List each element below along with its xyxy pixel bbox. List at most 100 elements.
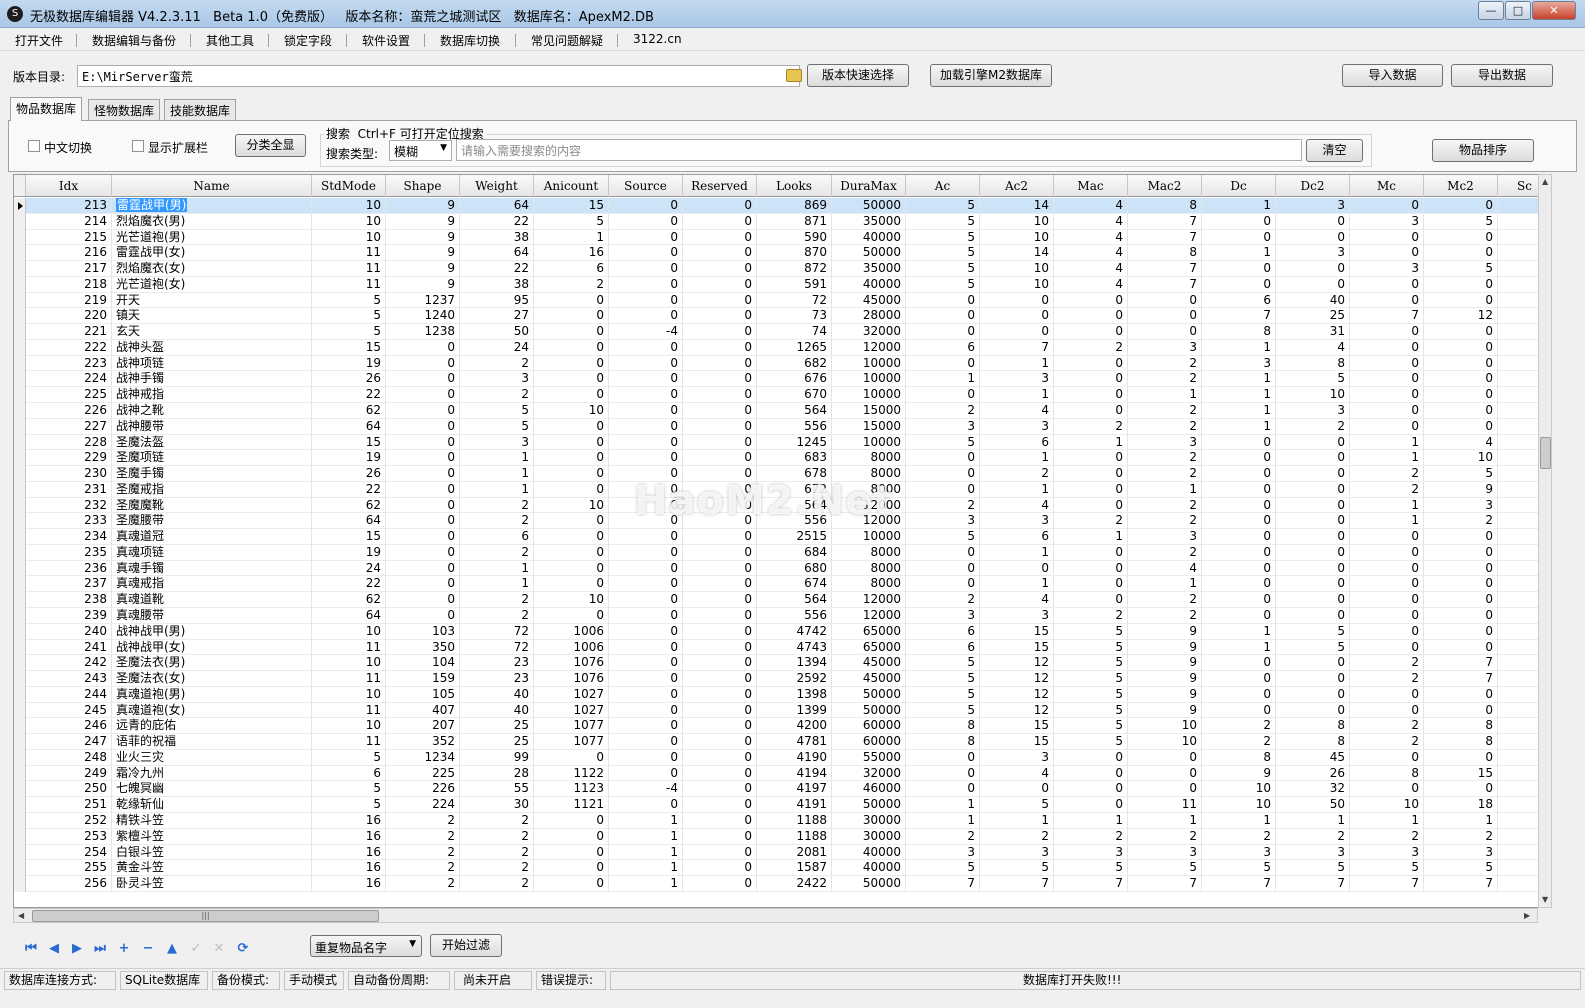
- cell-stdmode[interactable]: 5: [312, 292, 386, 309]
- cell-ac2[interactable]: 12: [980, 671, 1054, 687]
- cell-looks[interactable]: 871: [757, 213, 832, 230]
- cell-idx[interactable]: 243: [26, 671, 112, 687]
- cell-mc2[interactable]: 0: [1424, 544, 1498, 561]
- cell-mc2[interactable]: 5: [1424, 213, 1498, 230]
- cell-reserved[interactable]: 0: [683, 198, 757, 214]
- cell-ac[interactable]: 5: [906, 655, 980, 672]
- cell-reserved[interactable]: 0: [683, 497, 757, 514]
- cell-dc2[interactable]: 0: [1276, 513, 1350, 530]
- cell-source[interactable]: -4: [609, 781, 683, 798]
- cell-idx[interactable]: 224: [26, 371, 112, 388]
- cell-dc[interactable]: 5: [1202, 860, 1276, 877]
- cell-mac2[interactable]: 7: [1128, 229, 1202, 246]
- column-header-ac2[interactable]: Ac2: [980, 175, 1054, 197]
- row-indicator[interactable]: [14, 481, 26, 498]
- column-header-duramax[interactable]: DuraMax: [832, 175, 906, 197]
- cell-name[interactable]: 真魂戒指: [112, 576, 312, 593]
- cell-stdmode[interactable]: 11: [312, 671, 386, 687]
- cell-reserved[interactable]: 0: [683, 544, 757, 561]
- cell-dc[interactable]: 1: [1202, 813, 1276, 829]
- cell-looks[interactable]: 4742: [757, 623, 832, 640]
- cell-dc2[interactable]: 4: [1276, 339, 1350, 356]
- cell-mac[interactable]: 0: [1054, 560, 1128, 577]
- cell-mc[interactable]: 0: [1350, 198, 1424, 214]
- cell-anicount[interactable]: 5: [534, 213, 609, 230]
- row-indicator[interactable]: [14, 324, 26, 340]
- cell-mc2[interactable]: 10: [1424, 450, 1498, 467]
- last-icon[interactable]: ⏭: [91, 941, 109, 957]
- cell-ac[interactable]: 6: [906, 623, 980, 640]
- cell-ac[interactable]: 0: [906, 576, 980, 593]
- cell-reserved[interactable]: 0: [683, 466, 757, 482]
- cell-mac[interactable]: 4: [1054, 276, 1128, 293]
- cell-idx[interactable]: 254: [26, 844, 112, 861]
- cell-looks[interactable]: 2081: [757, 844, 832, 861]
- cell-weight[interactable]: 50: [460, 324, 534, 340]
- cell-mac2[interactable]: 2: [1128, 513, 1202, 530]
- cell-name[interactable]: 乾缘斩仙: [112, 797, 312, 814]
- cell-weight[interactable]: 95: [460, 292, 534, 309]
- cell-name[interactable]: 白银斗笠: [112, 844, 312, 861]
- cell-idx[interactable]: 238: [26, 592, 112, 609]
- cell-mac[interactable]: 0: [1054, 371, 1128, 388]
- cell-looks[interactable]: 682: [757, 355, 832, 372]
- clear-button[interactable]: 清空: [1306, 139, 1363, 162]
- folder-icon[interactable]: [786, 69, 802, 82]
- cell-anicount[interactable]: 0: [534, 355, 609, 372]
- cell-weight[interactable]: 64: [460, 245, 534, 262]
- table-row[interactable]: 252 精铁斗笠 16 2 2 0 1 0 1188 30000 1 1 1 1 1 1 1 1: [14, 813, 1551, 829]
- column-header-ac[interactable]: Ac: [906, 175, 980, 197]
- column-header-dc[interactable]: Dc: [1202, 175, 1276, 197]
- cell-dc2[interactable]: 0: [1276, 671, 1350, 687]
- cell-ac[interactable]: 0: [906, 765, 980, 782]
- cell-shape[interactable]: 0: [386, 418, 460, 435]
- cell-dc[interactable]: 10: [1202, 797, 1276, 814]
- cell-anicount[interactable]: 2: [534, 276, 609, 293]
- cell-ac2[interactable]: 2: [980, 466, 1054, 482]
- cell-mc2[interactable]: 5: [1424, 860, 1498, 877]
- cell-shape[interactable]: 0: [386, 576, 460, 593]
- cell-stdmode[interactable]: 11: [312, 261, 386, 277]
- cell-stdmode[interactable]: 10: [312, 686, 386, 703]
- cell-name[interactable]: 远青的庇佑: [112, 718, 312, 735]
- cell-reserved[interactable]: 0: [683, 576, 757, 593]
- cell-anicount[interactable]: 0: [534, 324, 609, 340]
- cell-stdmode[interactable]: 10: [312, 213, 386, 230]
- cell-dc2[interactable]: 0: [1276, 213, 1350, 230]
- cell-ac2[interactable]: 0: [980, 324, 1054, 340]
- cell-anicount[interactable]: 0: [534, 749, 609, 766]
- cell-stdmode[interactable]: 16: [312, 813, 386, 829]
- cell-name[interactable]: 雷霆战甲(男): [112, 198, 312, 214]
- cell-duramax[interactable]: 8000: [832, 560, 906, 577]
- menu-data-edit-backup[interactable]: 数据编辑与备份: [92, 32, 176, 49]
- cell-idx[interactable]: 235: [26, 544, 112, 561]
- cell-ac2[interactable]: 10: [980, 229, 1054, 246]
- cell-duramax[interactable]: 32000: [832, 324, 906, 340]
- cell-reserved[interactable]: 0: [683, 261, 757, 277]
- cell-source[interactable]: 1: [609, 844, 683, 861]
- cell-mc2[interactable]: 0: [1424, 245, 1498, 262]
- menu-other-tools[interactable]: 其他工具: [206, 32, 254, 49]
- cell-dc[interactable]: 0: [1202, 229, 1276, 246]
- cell-idx[interactable]: 216: [26, 245, 112, 262]
- cell-reserved[interactable]: 0: [683, 671, 757, 687]
- horizontal-scrollbar[interactable]: ◀ ||| ▶: [13, 908, 1538, 923]
- cell-idx[interactable]: 215: [26, 229, 112, 246]
- cell-mc[interactable]: 1: [1350, 497, 1424, 514]
- cell-duramax[interactable]: 12000: [832, 339, 906, 356]
- cell-dc2[interactable]: 0: [1276, 481, 1350, 498]
- cell-stdmode[interactable]: 22: [312, 387, 386, 403]
- cell-duramax[interactable]: 45000: [832, 292, 906, 309]
- cell-name[interactable]: 圣魔法盔: [112, 434, 312, 451]
- row-indicator[interactable]: [14, 749, 26, 766]
- cell-mac[interactable]: 0: [1054, 292, 1128, 309]
- cell-weight[interactable]: 1: [460, 481, 534, 498]
- cell-mc[interactable]: 0: [1350, 623, 1424, 640]
- cell-stdmode[interactable]: 11: [312, 245, 386, 262]
- cell-looks[interactable]: 556: [757, 418, 832, 435]
- cell-mac[interactable]: 0: [1054, 765, 1128, 782]
- cell-duramax[interactable]: 40000: [832, 276, 906, 293]
- cell-dc[interactable]: 0: [1202, 576, 1276, 593]
- cell-shape[interactable]: 0: [386, 403, 460, 419]
- cell-anicount[interactable]: 10: [534, 592, 609, 609]
